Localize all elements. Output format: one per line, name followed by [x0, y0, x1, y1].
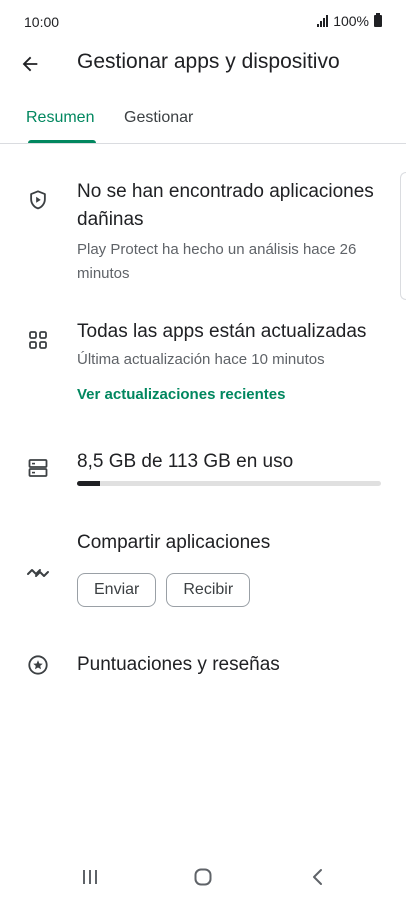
status-indicators: 100%: [317, 13, 382, 29]
tab-bar: Resumen Gestionar: [0, 100, 406, 144]
updates-title: Todas las apps están actualizadas: [77, 321, 367, 342]
ratings-section[interactable]: Puntuaciones y reseñas: [0, 651, 400, 681]
arrow-back-icon: [22, 56, 38, 72]
share-apps-section: Compartir aplicaciones Enviar Recibir: [0, 529, 400, 619]
storage-usage-fill: [77, 481, 100, 486]
send-button[interactable]: Enviar: [77, 573, 157, 607]
recent-apps-button[interactable]: [70, 864, 110, 890]
home-button[interactable]: [183, 864, 223, 890]
receive-button[interactable]: Recibir: [166, 573, 251, 607]
home-icon: [194, 868, 212, 886]
storage-label: 8,5 GB de 113 GB en uso: [77, 451, 294, 472]
protect-subtitle: Play Protect ha hecho un análisis hace 2…: [77, 241, 357, 282]
storage-section[interactable]: 8,5 GB de 113 GB en uso: [0, 448, 400, 498]
page-title: Gestionar apps y dispositivo: [77, 50, 340, 73]
share-actions: Enviar Recibir: [77, 573, 387, 607]
battery-percentage: 100%: [333, 13, 369, 29]
app-bar: Gestionar apps y dispositivo: [0, 44, 406, 84]
ratings-title: Puntuaciones y reseñas: [77, 654, 280, 675]
storage-icon: [26, 456, 50, 480]
chevron-left-icon: [313, 869, 322, 885]
updates-section[interactable]: Todas las apps están actualizadas Última…: [0, 318, 400, 418]
storage-usage-bar: [77, 481, 381, 486]
protect-title: No se han encontrado aplicaciones dañina…: [77, 181, 374, 230]
shield-play-icon: [26, 188, 50, 212]
tab-gestionar[interactable]: Gestionar: [124, 109, 193, 127]
system-back-button[interactable]: [298, 864, 338, 890]
tab-resumen[interactable]: Resumen: [26, 109, 94, 127]
play-protect-section[interactable]: No se han encontrado aplicaciones dañina…: [0, 178, 400, 288]
apps-grid-icon: [26, 328, 50, 352]
share-apps-icon: [26, 561, 50, 585]
updates-subtitle: Última actualización hace 10 minutos: [77, 351, 325, 368]
status-time: 10:00: [24, 14, 60, 30]
star-circle-icon: [26, 653, 50, 677]
signal-icon: [317, 15, 329, 27]
scrollbar[interactable]: [400, 172, 406, 300]
status-bar: 10:00 100%: [0, 0, 406, 44]
back-button[interactable]: [14, 48, 46, 80]
battery-icon: [374, 13, 382, 27]
recent-apps-icon: [83, 870, 97, 884]
recent-updates-link[interactable]: Ver actualizaciones recientes: [77, 386, 387, 403]
system-nav-bar: [0, 852, 406, 902]
share-title: Compartir aplicaciones: [77, 532, 271, 553]
active-tab-indicator: [28, 140, 96, 143]
